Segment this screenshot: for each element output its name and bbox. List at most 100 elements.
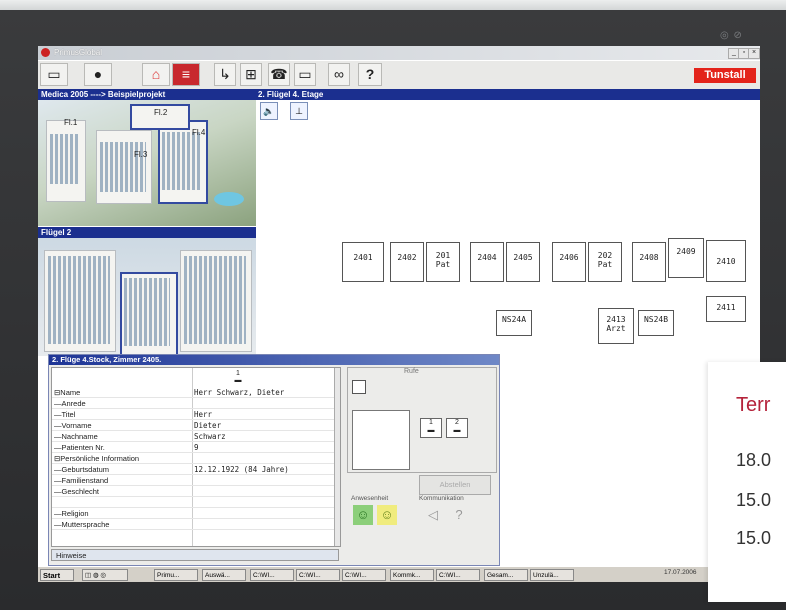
taskbar-task[interactable]: Kommk... (390, 569, 434, 581)
home-alarm-button[interactable]: ⌂ (142, 63, 170, 86)
tree-row[interactable]: —Vorname Dieter (52, 421, 334, 431)
appointment-date-3[interactable]: 15.0 (736, 528, 771, 549)
room-2402[interactable]: 2402 (390, 242, 424, 282)
tree-row-label: —Vorname (54, 421, 92, 430)
tree-row-value: Schwarz (194, 432, 226, 441)
tree-row-label: ⊟Persönliche Information (54, 454, 140, 463)
sphere-icon[interactable]: ● (84, 63, 112, 86)
tree-row-label: —Muttersprache (54, 520, 110, 529)
campus-aerial-image[interactable]: Fl.1 Fl.2 Fl.3 Fl.4 (38, 100, 256, 226)
header-bar: Medica 2005 ----> Beispielprojekt 2. Flü… (38, 89, 760, 100)
presence-yellow-icon[interactable]: ☺ (377, 505, 397, 525)
room-detail-window: 2. Flüge 4.Stock, Zimmer 2405. 1 ▬ ⊟Name… (48, 354, 500, 566)
hinweise-panel[interactable]: Hinweise (51, 549, 339, 561)
anwesenheit-label: Anwesenheit (351, 495, 389, 502)
tree-row-value: 12.12.1922 (84 Jahre) (194, 465, 289, 474)
tree-row-label: —Familienstand (54, 476, 109, 485)
taskbar-task[interactable]: C:\WI... (436, 569, 480, 581)
window-title: PrimusGlobal (54, 48, 103, 57)
tree-row-label: —Geburtsdatum (54, 465, 110, 474)
list-alarm-button[interactable]: ≡ (172, 63, 200, 86)
close-button[interactable]: × (748, 48, 760, 59)
tree-row-label: —Nachname (54, 432, 98, 441)
taskbar-task[interactable]: C:\WI... (250, 569, 294, 581)
tree-row[interactable]: —Geschlecht (52, 487, 334, 497)
taskbar-task[interactable]: Auswä... (202, 569, 246, 581)
room-2405[interactable]: 2405 (506, 242, 540, 282)
appointment-date-2[interactable]: 15.0 (736, 490, 771, 511)
taskbar-task[interactable]: C:\WI... (342, 569, 386, 581)
bed-number: 1 (236, 370, 240, 377)
room-2404[interactable]: 2404 (470, 242, 504, 282)
tree-row[interactable]: ⊟Name Herr Schwarz, Dieter (52, 388, 334, 398)
quicklaunch-icons[interactable]: ◫ ◍ ◎ (82, 569, 128, 581)
bed-header: 1 ▬ (228, 370, 248, 384)
campus-label-fl4: Fl.4 (192, 128, 206, 137)
room-2413[interactable]: 2413 Arzt (598, 308, 634, 344)
tree-row-value: Dieter (194, 421, 222, 430)
tree-row[interactable]: —Familienstand (52, 476, 334, 486)
tree-row-label: —Anrede (54, 399, 86, 408)
signal-button[interactable]: ↳ (214, 63, 236, 86)
taskbar-task[interactable]: Primu... (154, 569, 198, 581)
appointment-date-1[interactable]: 18.0 (736, 450, 771, 471)
tree-row[interactable]: —Patienten Nr. 9 (52, 443, 334, 453)
tree-row[interactable] (52, 498, 334, 508)
appointments-card: Terr 18.0 15.0 15.0 (708, 362, 786, 602)
room-2409[interactable]: 2409 (668, 238, 704, 278)
application-screen: PrimusGlobal _ ▫ × ▭ ● ⌂ ≡ ↳ ⊞ ☎ ▭ ∞ ? T… (38, 46, 760, 582)
ruf-indicator[interactable] (352, 380, 366, 394)
abstellen-button[interactable]: Abstellen (419, 475, 491, 495)
detail-window-title: 2. Flüge 4.Stock, Zimmer 2405. (49, 355, 499, 365)
room-ns24a[interactable]: NS24A (496, 310, 532, 336)
room-202[interactable]: 202 Pat (588, 242, 622, 282)
wing-label-bar: Flügel 2 (38, 227, 256, 238)
network-node-icon[interactable]: ⊥ (290, 102, 308, 120)
presence-green-icon[interactable]: ☺ (353, 505, 373, 525)
tree-row[interactable]: —Titel Herr (52, 410, 334, 420)
app-icon (41, 48, 50, 57)
ear-icon[interactable]: ? (449, 505, 469, 525)
campus-label-fl3: Fl.3 (134, 150, 148, 159)
room-2408[interactable]: 2408 (632, 242, 666, 282)
wing-building-image[interactable] (38, 238, 256, 356)
tree-row[interactable]: —Religion (52, 509, 334, 519)
appointments-title: Terr (736, 394, 771, 416)
room-2410[interactable]: 2410 (706, 240, 746, 282)
tree-row[interactable]: —Nachname Schwarz (52, 432, 334, 442)
bed1-call-button[interactable]: 1 ▬ (420, 418, 442, 438)
room-ns24b[interactable]: NS24B (638, 310, 674, 336)
tree-row[interactable]: —Anrede (52, 399, 334, 409)
main-toolbar: ▭ ● ⌂ ≡ ↳ ⊞ ☎ ▭ ∞ ? Tunstall (38, 61, 760, 90)
rufe-label: Rufe (404, 368, 419, 375)
tree-row[interactable]: —Muttersprache (52, 520, 334, 530)
tree-scrollbar[interactable] (334, 368, 340, 546)
project-path: Medica 2005 ----> Beispielprojekt (41, 90, 166, 99)
ruf-list[interactable] (352, 410, 410, 470)
network-button[interactable]: ⊞ (240, 63, 262, 86)
help-button[interactable]: ? (358, 63, 382, 86)
tree-row-label: —Titel (54, 410, 76, 419)
room-2401[interactable]: 2401 (342, 242, 384, 282)
monitor-button[interactable]: ▭ (294, 63, 316, 86)
start-button[interactable]: Start (40, 569, 74, 581)
phone-button[interactable]: ☎ (268, 63, 290, 86)
room-2411[interactable]: 2411 (706, 296, 746, 322)
tree-row-value: Herr Schwarz, Dieter (194, 388, 285, 397)
tape-button[interactable]: ∞ (328, 63, 350, 86)
tree-row[interactable]: ⊟Persönliche Information (52, 454, 334, 464)
kommunikation-label: Kommunikation (419, 495, 464, 502)
taskbar-task[interactable]: Gesam... (484, 569, 528, 581)
tree-row-label: —Patienten Nr. (54, 443, 105, 452)
taskbar-task[interactable]: Unzulä... (530, 569, 574, 581)
tree-row-value: Herr (194, 410, 213, 419)
room-2406[interactable]: 2406 (552, 242, 586, 282)
room-201[interactable]: 201 Pat (426, 242, 460, 282)
speaker-icon[interactable]: ◁ (423, 505, 443, 525)
speaker-icon[interactable]: 🔈 (260, 102, 278, 120)
tree-row-label: ⊟Name (54, 388, 81, 397)
tree-row[interactable]: —Geburtsdatum 12.12.1922 (84 Jahre) (52, 465, 334, 475)
bed2-call-button[interactable]: 2 ▬ (446, 418, 468, 438)
taskbar-task[interactable]: C:\WI... (296, 569, 340, 581)
window-view-button[interactable]: ▭ (40, 63, 68, 86)
